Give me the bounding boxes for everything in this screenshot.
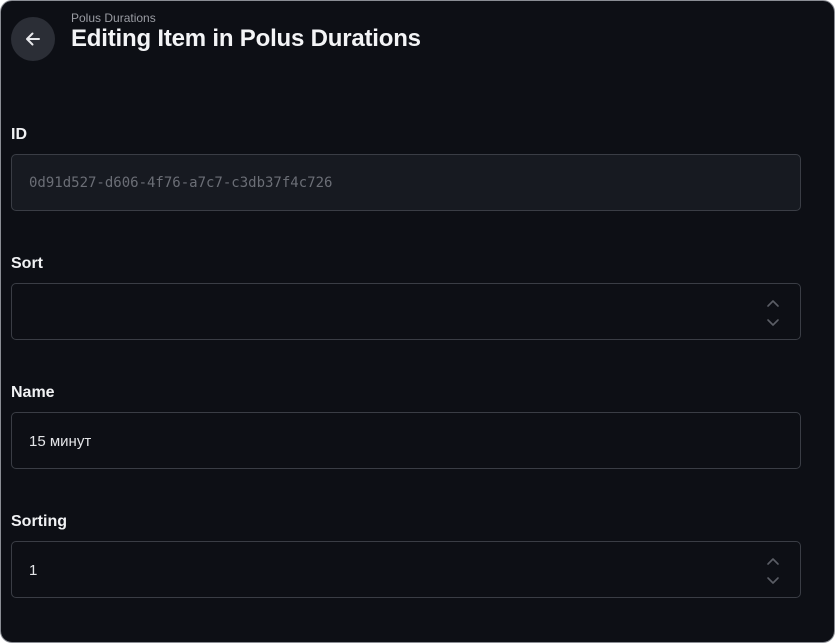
name-value: 15 минут xyxy=(29,433,92,450)
sorting-input[interactable]: 1 xyxy=(11,541,801,598)
breadcrumb[interactable]: Polus Durations xyxy=(71,11,156,25)
page-title: Editing Item in Polus Durations xyxy=(71,25,421,52)
chevron-up-down-icon xyxy=(767,300,779,326)
sorting-label: Sorting xyxy=(11,513,67,530)
sorting-value: 1 xyxy=(29,562,38,579)
sort-input[interactable] xyxy=(11,283,801,340)
id-value: 0d91d527-d606-4f76-a7c7-c3db37f4c726 xyxy=(29,175,333,191)
id-field: 0d91d527-d606-4f76-a7c7-c3db37f4c726 xyxy=(11,154,801,211)
arrow-left-icon xyxy=(26,32,40,46)
chevron-up-down-icon xyxy=(767,558,779,584)
back-button[interactable] xyxy=(11,17,55,61)
sorting-stepper[interactable] xyxy=(766,557,780,585)
name-input[interactable]: 15 минут xyxy=(11,412,801,469)
page-header: Polus Durations Editing Item in Polus Du… xyxy=(11,7,811,67)
id-label: ID xyxy=(11,126,27,143)
name-label: Name xyxy=(11,384,55,401)
edit-item-window: Polus Durations Editing Item in Polus Du… xyxy=(0,0,835,643)
sort-label: Sort xyxy=(11,255,43,272)
sort-stepper[interactable] xyxy=(766,299,780,327)
